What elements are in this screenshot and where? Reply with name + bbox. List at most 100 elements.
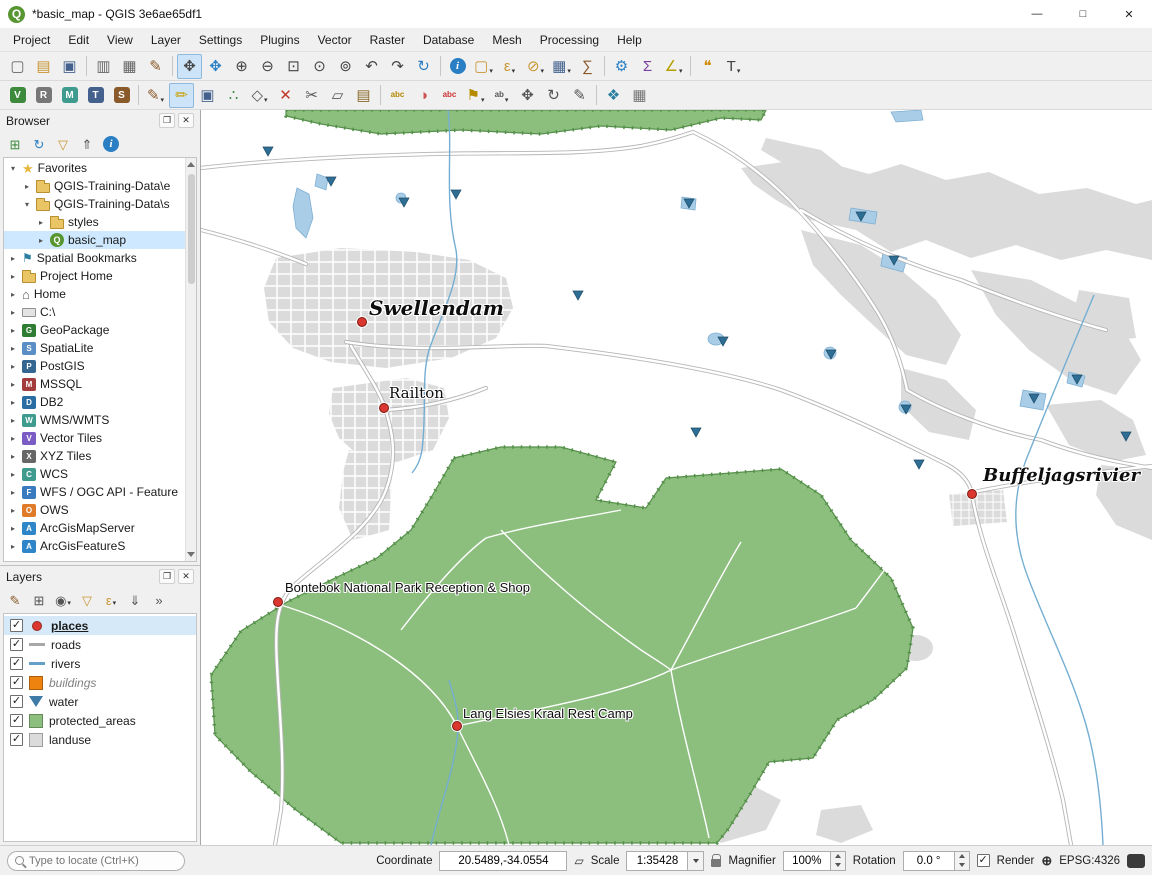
- layer-item-protected-areas[interactable]: ✓protected_areas: [4, 711, 196, 730]
- minimize-button[interactable]: —: [1014, 0, 1060, 28]
- browser-item-styles[interactable]: ▸styles: [4, 213, 185, 231]
- measure-line-button[interactable]: ∠▾: [661, 54, 686, 79]
- move-label-button[interactable]: ✥: [515, 83, 540, 108]
- show-hide-labels-button[interactable]: ab▾: [489, 83, 514, 108]
- change-label-properties-button[interactable]: ✎: [567, 83, 592, 108]
- scale-combo[interactable]: [626, 851, 704, 871]
- add-delimited-text-layer-button[interactable]: T: [83, 83, 108, 108]
- select-by-expression-button[interactable]: ε▾: [497, 54, 522, 79]
- expander-icon[interactable]: ▸: [8, 452, 18, 461]
- map-canvas[interactable]: SwellendamRailtonBuffeljagsrivierBontebo…: [200, 110, 1152, 845]
- layer-visibility-checkbox[interactable]: ✓: [10, 657, 23, 670]
- browser-item-xyz-tiles[interactable]: ▸XXYZ Tiles: [4, 447, 185, 465]
- deselect-all-button[interactable]: ⊘▾: [523, 54, 548, 79]
- browser-item-favorites[interactable]: ▾★Favorites: [4, 159, 185, 177]
- refresh-map-button[interactable]: ↻: [411, 54, 436, 79]
- expander-icon[interactable]: ▸: [8, 254, 18, 263]
- metasearch-button[interactable]: ❖: [601, 83, 626, 108]
- expander-icon[interactable]: ▸: [8, 488, 18, 497]
- refresh-browser-button[interactable]: ↻: [28, 133, 50, 155]
- highlight-pinned-labels-button[interactable]: abc: [437, 83, 462, 108]
- add-mesh-layer-button[interactable]: M: [57, 83, 82, 108]
- layer-visibility-checkbox[interactable]: ✓: [10, 733, 23, 746]
- layer-item-landuse[interactable]: ✓landuse: [4, 730, 196, 749]
- browser-item-db2[interactable]: ▸DDB2: [4, 393, 185, 411]
- vertex-tool-button[interactable]: ◇▾: [247, 83, 272, 108]
- save-project-button[interactable]: ▣: [57, 54, 82, 79]
- menu-mesh[interactable]: Mesh: [483, 30, 530, 50]
- scale-input[interactable]: [626, 851, 688, 871]
- manage-map-themes-button[interactable]: ◉▾: [52, 589, 74, 611]
- open-attribute-table-button[interactable]: ▦▾: [549, 54, 574, 79]
- style-manager-button[interactable]: ✎: [143, 54, 168, 79]
- maximize-button[interactable]: □: [1060, 0, 1106, 28]
- locate-input[interactable]: [29, 855, 177, 867]
- select-features-button[interactable]: ▢▾: [471, 54, 496, 79]
- browser-item-home[interactable]: ▸⌂Home: [4, 285, 185, 303]
- zoom-out-button[interactable]: ⊖: [255, 54, 280, 79]
- expander-icon[interactable]: ▸: [8, 470, 18, 479]
- layers-close-button[interactable]: ✕: [178, 569, 194, 584]
- zoom-last-button[interactable]: ↶: [359, 54, 384, 79]
- messages-button[interactable]: [1127, 854, 1145, 868]
- browser-item-wcs[interactable]: ▸CWCS: [4, 465, 185, 483]
- statistical-summary-button[interactable]: Σ: [635, 54, 660, 79]
- layer-diagram-options-button[interactable]: ◑: [411, 83, 436, 108]
- layer-labeling-options-button[interactable]: abc: [385, 83, 410, 108]
- expander-icon[interactable]: ▸: [8, 506, 18, 515]
- new-project-button[interactable]: ▢: [5, 54, 30, 79]
- menu-database[interactable]: Database: [414, 30, 483, 50]
- render-checkbox[interactable]: ✓: [977, 854, 990, 867]
- expander-icon[interactable]: ▸: [8, 434, 18, 443]
- identify-features-button[interactable]: i: [445, 54, 470, 79]
- add-vector-layer-button[interactable]: V: [5, 83, 30, 108]
- collapse-all-button[interactable]: ⇑: [76, 133, 98, 155]
- layer-visibility-checkbox[interactable]: ✓: [10, 714, 23, 727]
- filter-browser-button[interactable]: ▽: [52, 133, 74, 155]
- zoom-to-layer-button[interactable]: ⊚: [333, 54, 358, 79]
- menu-settings[interactable]: Settings: [190, 30, 251, 50]
- zoom-in-button[interactable]: ⊕: [229, 54, 254, 79]
- layer-visibility-checkbox[interactable]: ✓: [10, 695, 23, 708]
- browser-item-wms-wmts[interactable]: ▸WWMS/WMTS: [4, 411, 185, 429]
- scroll-down-icon[interactable]: [187, 552, 195, 557]
- expander-icon[interactable]: ▸: [8, 398, 18, 407]
- menu-help[interactable]: Help: [608, 30, 651, 50]
- browser-item-vector-tiles[interactable]: ▸VVector Tiles: [4, 429, 185, 447]
- menu-layer[interactable]: Layer: [142, 30, 190, 50]
- magnifier-spinner[interactable]: [831, 851, 846, 871]
- expander-icon[interactable]: ▸: [36, 218, 46, 227]
- new-shapefile-layer-button[interactable]: S: [109, 83, 134, 108]
- browser-item-project-home[interactable]: ▸Project Home: [4, 267, 185, 285]
- field-calculator-button[interactable]: ∑: [575, 54, 600, 79]
- browser-item-geopackage[interactable]: ▸GGeoPackage: [4, 321, 185, 339]
- expander-icon[interactable]: ▸: [36, 236, 46, 245]
- rotation-input[interactable]: [903, 851, 955, 871]
- grid-tool-button[interactable]: ▦: [627, 83, 652, 108]
- expander-icon[interactable]: ▸: [8, 344, 18, 353]
- filter-legend-button[interactable]: ▽: [76, 589, 98, 611]
- browser-float-button[interactable]: ❐: [159, 113, 175, 128]
- zoom-full-extent-button[interactable]: ⊡: [281, 54, 306, 79]
- text-annotation-button[interactable]: T▾: [721, 54, 746, 79]
- close-button[interactable]: ✕: [1106, 0, 1152, 28]
- menu-project[interactable]: Project: [4, 30, 59, 50]
- browser-item-arcgismapserver[interactable]: ▸AArcGisMapServer: [4, 519, 185, 537]
- expander-icon[interactable]: ▾: [22, 200, 32, 209]
- paste-features-button[interactable]: ▤: [351, 83, 376, 108]
- magnifier-input[interactable]: [783, 851, 831, 871]
- browser-item-ows[interactable]: ▸OOWS: [4, 501, 185, 519]
- browser-item-spatial-bookmarks[interactable]: ▸⚑Spatial Bookmarks: [4, 249, 185, 267]
- spin-up-icon[interactable]: [955, 852, 969, 861]
- add-raster-layer-button[interactable]: R: [31, 83, 56, 108]
- processing-toolbox-button[interactable]: ⚙: [609, 54, 634, 79]
- layer-item-buildings[interactable]: ✓buildings: [4, 673, 196, 692]
- magnifier-lock-icon[interactable]: [711, 859, 721, 867]
- epsg-label[interactable]: EPSG:4326: [1059, 855, 1120, 867]
- expander-icon[interactable]: ▸: [22, 182, 32, 191]
- pan-map-button[interactable]: ✥: [177, 54, 202, 79]
- open-layer-styling-button[interactable]: ✎: [4, 589, 26, 611]
- zoom-next-button[interactable]: ↷: [385, 54, 410, 79]
- expander-icon[interactable]: ▸: [8, 290, 18, 299]
- browser-item-qgis-training-data-s[interactable]: ▾QGIS-Training-Data\s: [4, 195, 185, 213]
